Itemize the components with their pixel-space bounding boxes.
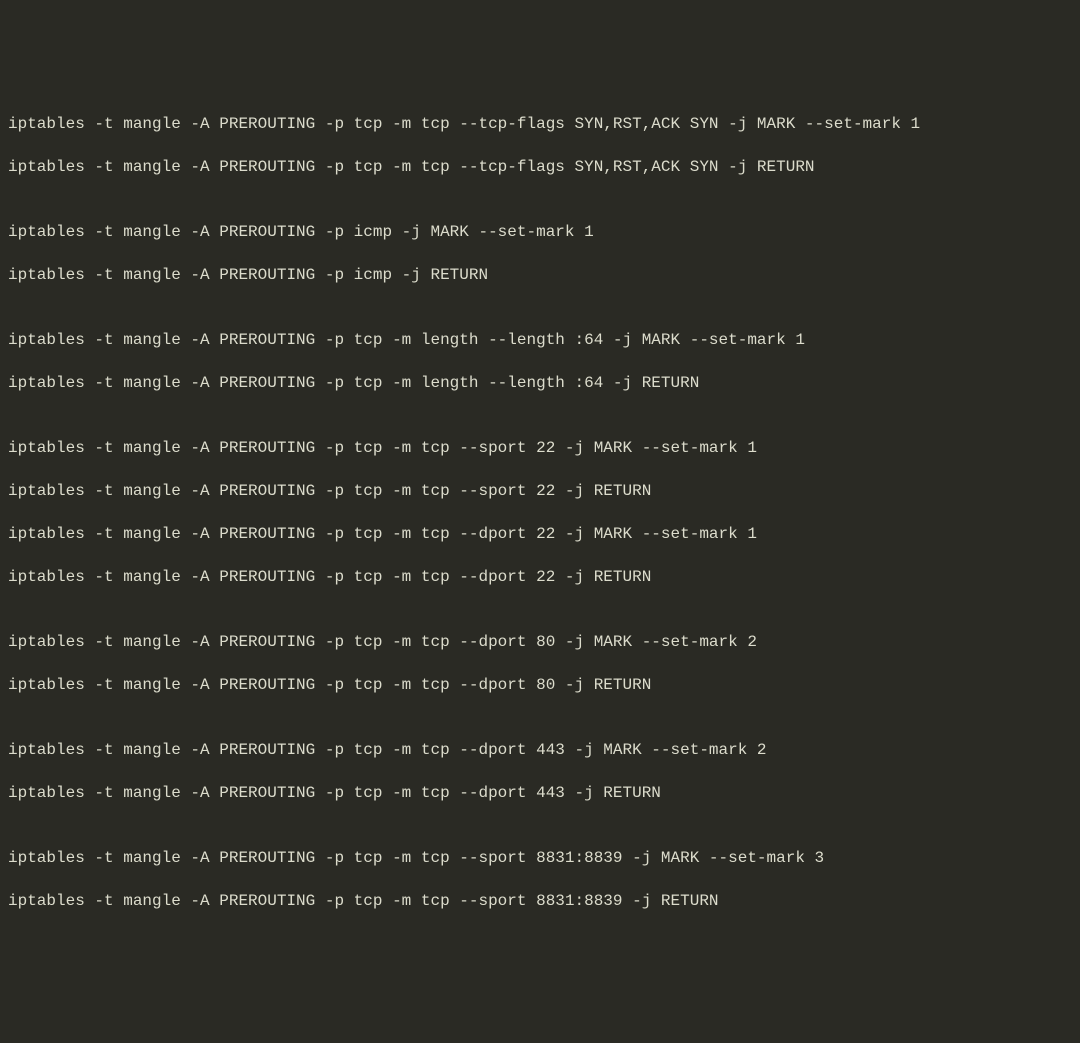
terminal-line: iptables -t mangle -A PREROUTING -p tcp … xyxy=(8,848,1072,870)
terminal-line: iptables -t mangle -A PREROUTING -p tcp … xyxy=(8,891,1072,913)
terminal-line: iptables -t mangle -A PREROUTING -p tcp … xyxy=(8,524,1072,546)
terminal-line: iptables -t mangle -A PREROUTING -p tcp … xyxy=(8,675,1072,697)
terminal-line: iptables -t mangle -A PREROUTING -p icmp… xyxy=(8,222,1072,244)
terminal-line: iptables -t mangle -A PREROUTING -p tcp … xyxy=(8,632,1072,654)
terminal-line: iptables -t mangle -A PREROUTING -p tcp … xyxy=(8,481,1072,503)
terminal-line: iptables -t mangle -A PREROUTING -p tcp … xyxy=(8,783,1072,805)
terminal-output: iptables -t mangle -A PREROUTING -p tcp … xyxy=(8,92,1072,934)
terminal-line: iptables -t mangle -A PREROUTING -p tcp … xyxy=(8,567,1072,589)
terminal-line: iptables -t mangle -A PREROUTING -p tcp … xyxy=(8,740,1072,762)
terminal-line: iptables -t mangle -A PREROUTING -p tcp … xyxy=(8,114,1072,136)
terminal-line: iptables -t mangle -A PREROUTING -p tcp … xyxy=(8,330,1072,352)
terminal-line: iptables -t mangle -A PREROUTING -p tcp … xyxy=(8,438,1072,460)
terminal-line: iptables -t mangle -A PREROUTING -p tcp … xyxy=(8,373,1072,395)
terminal-line: iptables -t mangle -A PREROUTING -p tcp … xyxy=(8,157,1072,179)
terminal-line: iptables -t mangle -A PREROUTING -p icmp… xyxy=(8,265,1072,287)
